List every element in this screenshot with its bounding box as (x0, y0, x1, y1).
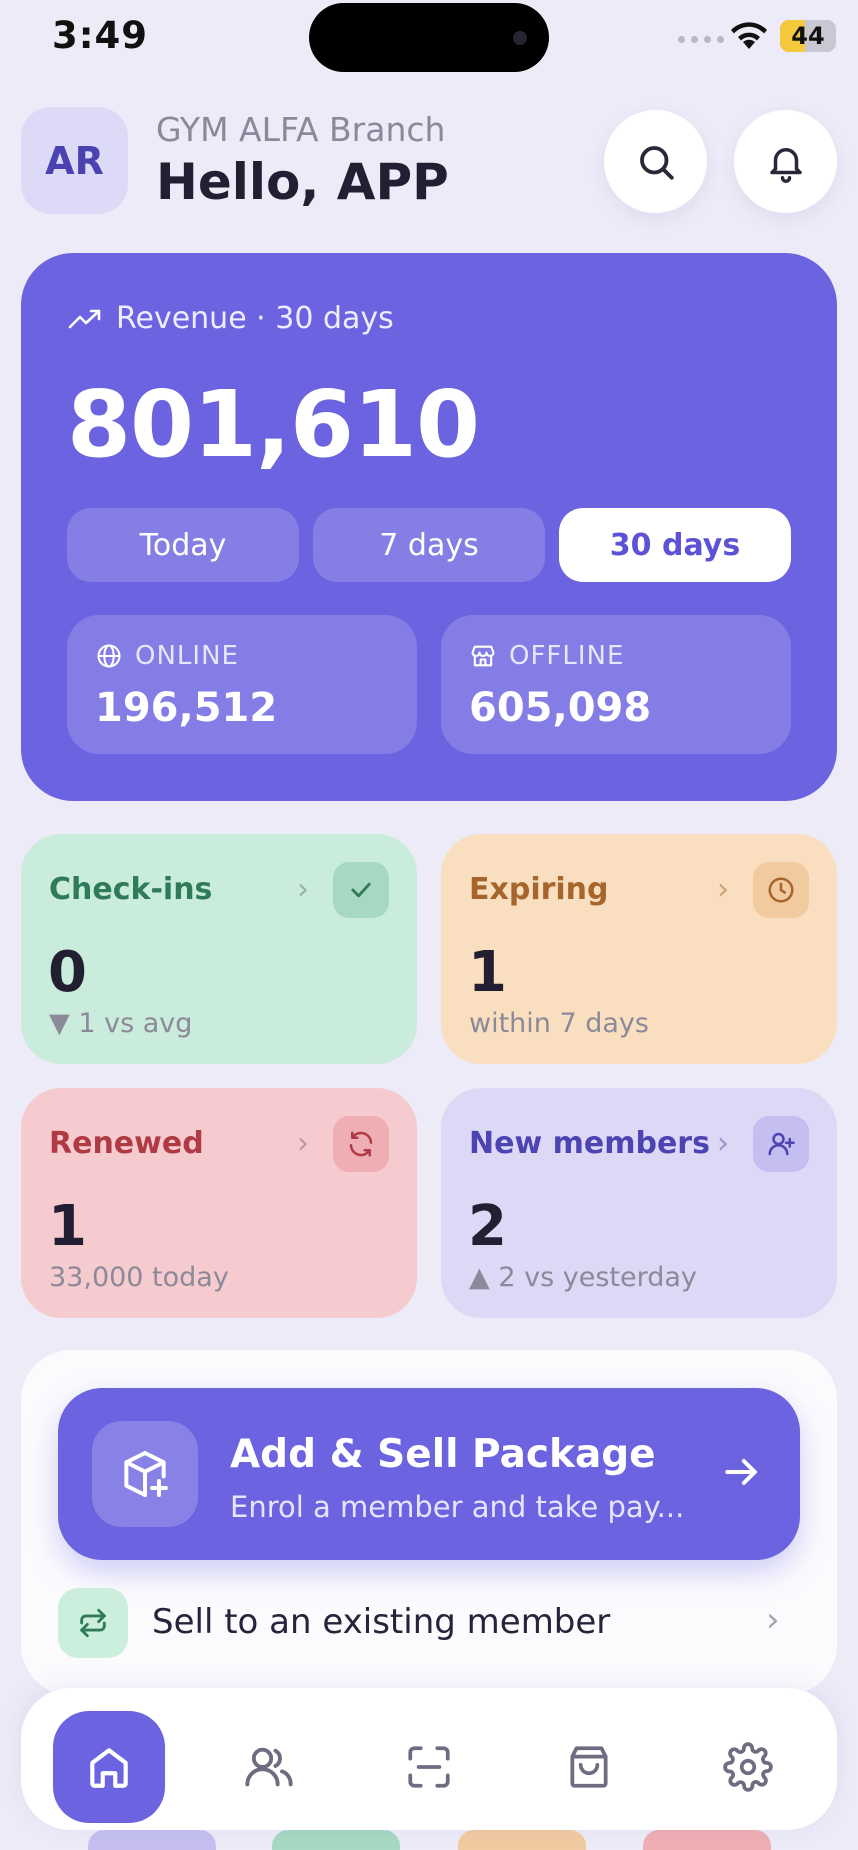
peek-card (643, 1830, 771, 1850)
tab-home[interactable] (53, 1711, 165, 1823)
cellular-signal-icon (678, 36, 724, 43)
renewed-title: Renewed (49, 1126, 204, 1161)
expiring-sub: within 7 days (469, 1008, 649, 1039)
branch-name: GYM ALFA Branch (156, 110, 446, 149)
period-today-tab[interactable]: Today (67, 508, 299, 582)
revenue-label: Revenue · 30 days (116, 301, 394, 336)
renewed-sub: 33,000 today (49, 1262, 229, 1293)
revenue-value: 801,610 (67, 371, 480, 478)
bell-icon (769, 147, 802, 183)
expiring-tile[interactable]: Expiring › 1 within 7 days (441, 834, 837, 1064)
search-button[interactable] (604, 110, 707, 213)
search-icon (639, 145, 674, 180)
revenue-header: Revenue · 30 days (68, 301, 394, 336)
gear-icon (723, 1742, 773, 1792)
peek-card (88, 1830, 216, 1850)
globe-icon (97, 644, 121, 668)
new-members-tile[interactable]: New members › 2 ▲ 2 vs yesterday (441, 1088, 837, 1318)
online-value: 196,512 (95, 685, 278, 731)
shopping-bag-icon (570, 1746, 608, 1788)
offline-revenue-card: OFFLINE 605,098 (441, 615, 791, 754)
store-icon (471, 645, 495, 667)
status-time: 3:49 (52, 14, 149, 57)
user-plus-icon (753, 1116, 809, 1172)
clock-icon (753, 862, 809, 918)
expiring-value: 1 (468, 940, 507, 1005)
checkins-title: Check-ins (49, 872, 213, 907)
checkins-tile[interactable]: Check-ins › 0 ▼ 1 vs avg (21, 834, 417, 1064)
cta-subtitle: Enrol a member and take pay... (230, 1490, 685, 1524)
battery-level: 44 (791, 22, 825, 50)
scan-icon (408, 1746, 450, 1788)
tab-members[interactable] (213, 1711, 325, 1823)
checkins-sub: ▼ 1 vs avg (49, 1008, 193, 1039)
chevron-right-icon: › (717, 1126, 729, 1161)
renewed-tile[interactable]: Renewed › 1 33,000 today (21, 1088, 417, 1318)
offline-value: 605,098 (469, 685, 652, 731)
dynamic-island (309, 3, 549, 72)
home-icon (90, 1748, 128, 1788)
wifi-icon (728, 20, 770, 56)
expiring-title: Expiring (469, 872, 609, 907)
arrow-right-icon (720, 1450, 764, 1498)
sell-existing-label: Sell to an existing member (152, 1602, 611, 1642)
add-sell-package-button[interactable]: Add & Sell Package Enrol a member and ta… (58, 1388, 800, 1560)
renewed-value: 1 (48, 1194, 87, 1259)
chevron-right-icon: › (297, 872, 309, 907)
swap-icon (58, 1588, 128, 1658)
new-members-value: 2 (468, 1194, 507, 1259)
period-7-days-tab[interactable]: 7 days (313, 508, 545, 582)
cta-title: Add & Sell Package (230, 1432, 656, 1477)
online-label: ONLINE (135, 641, 239, 671)
offline-label: OFFLINE (509, 641, 625, 671)
tab-shop[interactable] (533, 1711, 645, 1823)
check-icon (333, 862, 389, 918)
package-plus-icon (92, 1421, 198, 1527)
chevron-right-icon: › (297, 1126, 309, 1161)
checkins-value: 0 (48, 940, 87, 1005)
refresh-icon (333, 1116, 389, 1172)
chevron-right-icon: › (717, 872, 729, 907)
trending-up-icon (68, 309, 101, 328)
new-members-title: New members (469, 1126, 710, 1161)
tab-scan[interactable] (373, 1711, 485, 1823)
sell-existing-member-row[interactable]: Sell to an existing member › (58, 1588, 800, 1660)
peek-card (272, 1830, 400, 1850)
notifications-button[interactable] (734, 110, 837, 213)
greeting: Hello, APP (156, 153, 449, 211)
users-icon (245, 1747, 293, 1787)
revenue-card: Revenue · 30 days 801,610 Today 7 days 3… (21, 253, 837, 801)
peek-card (458, 1830, 586, 1850)
new-members-sub: ▲ 2 vs yesterday (469, 1262, 697, 1293)
battery-icon: 44 (780, 20, 836, 52)
online-revenue-card: ONLINE 196,512 (67, 615, 417, 754)
avatar[interactable]: AR (21, 107, 128, 214)
chevron-right-icon: › (766, 1600, 780, 1640)
period-30-days-tab[interactable]: 30 days (559, 508, 791, 582)
tab-settings[interactable] (692, 1711, 804, 1823)
